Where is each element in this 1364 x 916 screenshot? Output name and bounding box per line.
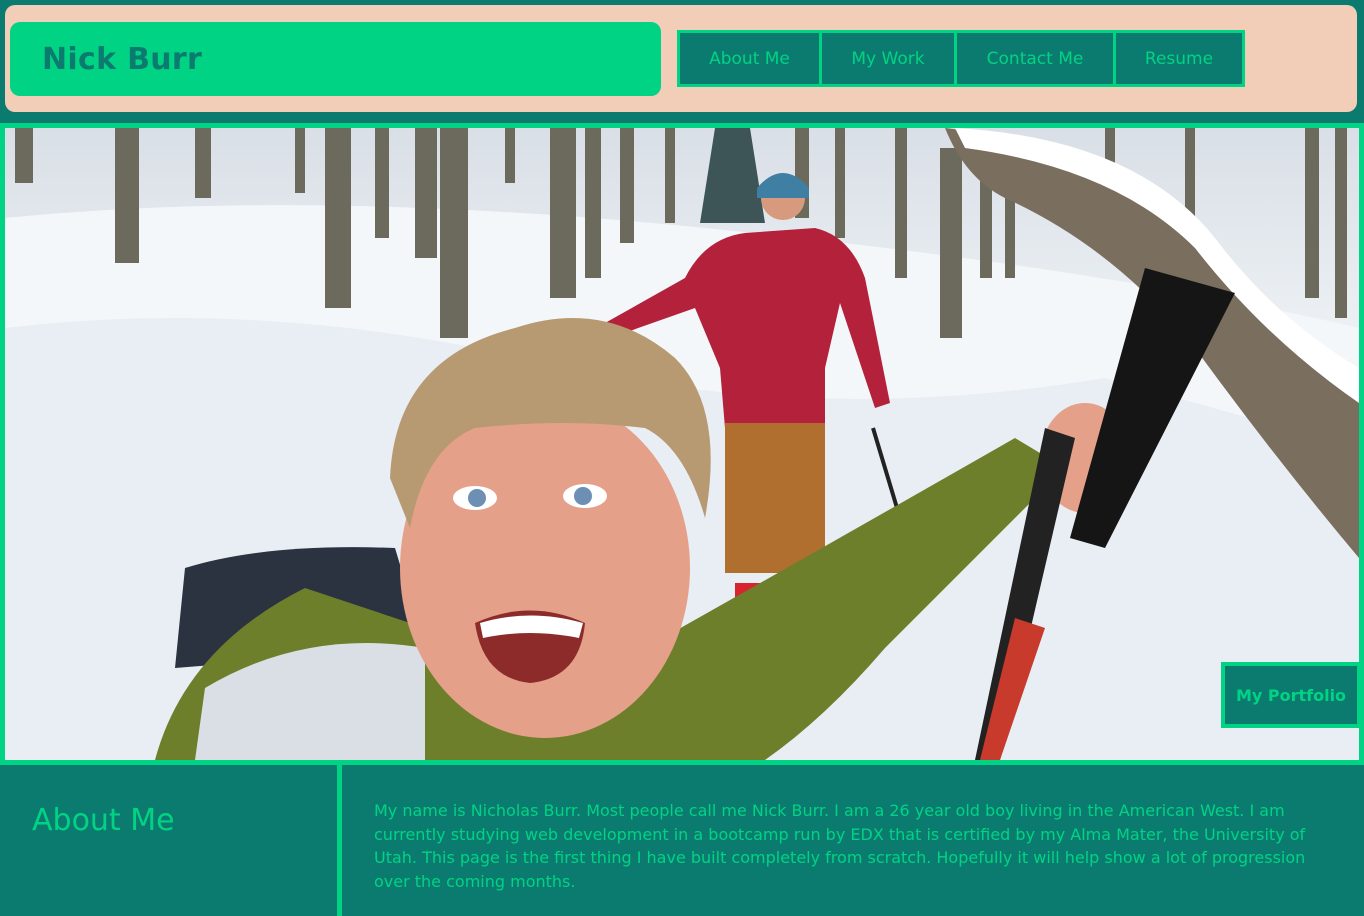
about-heading: About Me — [32, 803, 175, 838]
hero-photo: My Portfolio — [0, 123, 1364, 765]
about-heading-panel: About Me — [0, 765, 342, 916]
my-portfolio-button[interactable]: My Portfolio — [1221, 662, 1359, 728]
site-header: Nick Burr About Me My Work Contact Me Re… — [5, 5, 1357, 112]
nav-contact-me[interactable]: Contact Me — [954, 30, 1116, 87]
main-nav: About Me My Work Contact Me Resume — [677, 30, 1245, 87]
about-body: My name is Nicholas Burr. Most people ca… — [374, 801, 1306, 891]
hero-illustration — [5, 128, 1359, 760]
brand-block: Nick Burr — [10, 22, 661, 96]
nav-my-work[interactable]: My Work — [819, 30, 957, 87]
nav-about-me[interactable]: About Me — [677, 30, 822, 87]
nav-resume[interactable]: Resume — [1113, 30, 1245, 87]
site-title: Nick Burr — [42, 41, 203, 77]
about-section: About Me My name is Nicholas Burr. Most … — [0, 765, 1364, 916]
